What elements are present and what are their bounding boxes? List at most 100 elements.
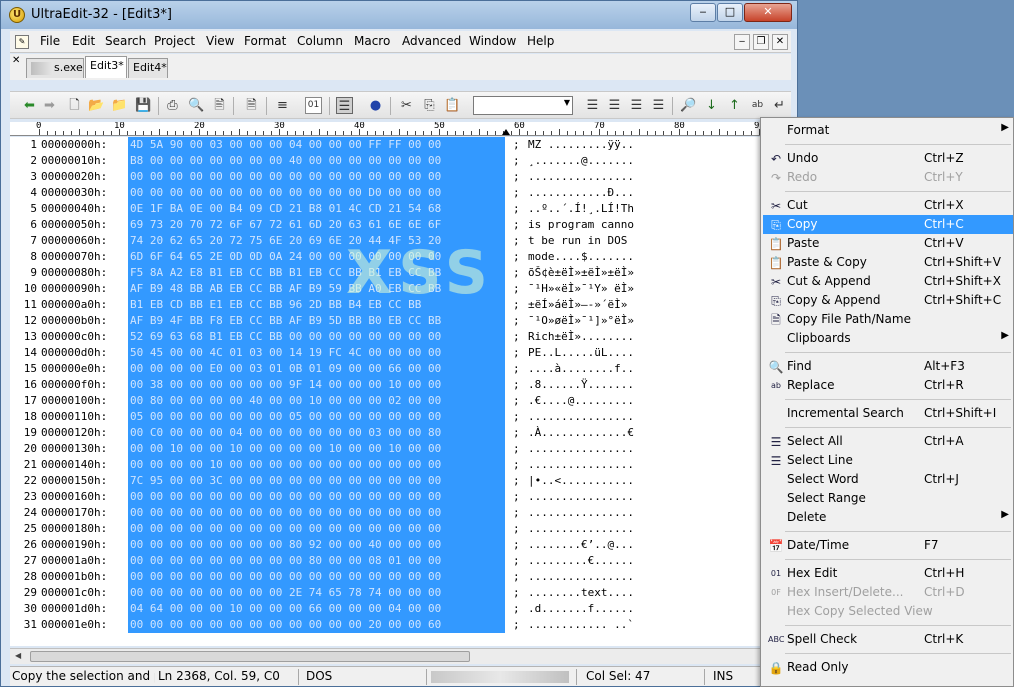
tab-close-icon[interactable]: ✕ — [12, 55, 20, 66]
hex-row[interactable]: 22 00000150h: 7C 95 00 00 3C 00 00 00 00 0… — [10, 473, 791, 489]
open-folder-icon[interactable]: 📂 — [88, 97, 105, 114]
menu-column[interactable]: Column — [297, 34, 343, 48]
mdi-close-button[interactable]: ✕ — [772, 34, 788, 50]
menu-item-cut[interactable]: ✂ Cut Ctrl+X — [763, 196, 1013, 215]
menu-search[interactable]: Search — [105, 34, 146, 48]
justify-icon[interactable]: ☰ — [650, 97, 667, 114]
hex-row[interactable]: 14 000000d0h: 50 45 00 00 4C 01 03 00 14 1… — [10, 345, 791, 361]
menu-item-copy-file-path-name[interactable]: 🗎 Copy File Path/Name — [763, 310, 1013, 329]
menu-item-find[interactable]: 🔍 Find Alt+F3 — [763, 357, 1013, 376]
menu-item-paste-copy[interactable]: 📋 Paste & Copy Ctrl+Shift+V — [763, 253, 1013, 272]
word-wrap-icon[interactable]: ≡ — [274, 97, 291, 114]
menu-item-hex-edit[interactable]: 01 Hex Edit Ctrl+H — [763, 564, 1013, 583]
hex-row[interactable]: 28 000001b0h: 00 00 00 00 00 00 00 00 00 0… — [10, 569, 791, 585]
print-icon[interactable]: ⎙ — [164, 97, 181, 114]
menu-item-select-all[interactable]: ☰ Select All Ctrl+A — [763, 432, 1013, 451]
menu-item-incremental-search[interactable]: Incremental Search Ctrl+Shift+I — [763, 404, 1013, 423]
mdi-minimize-button[interactable]: ‒ — [734, 34, 750, 50]
menu-item-select-word[interactable]: Select Word Ctrl+J — [763, 470, 1013, 489]
tab-edit4[interactable]: Edit4* — [128, 58, 168, 78]
hex-row[interactable]: 26 00000190h: 00 00 00 00 00 00 00 00 80 9… — [10, 537, 791, 553]
hex-row[interactable]: 13 000000c0h: 52 69 63 68 B1 EB CC BB 00 0… — [10, 329, 791, 345]
cut-icon[interactable]: ✂ — [398, 97, 415, 114]
menu-view[interactable]: View — [206, 34, 234, 48]
hex-editor[interactable]: 1 00000000h: 4D 5A 90 00 03 00 00 00 04 00… — [10, 137, 791, 646]
hex-row[interactable]: 1 00000000h: 4D 5A 90 00 03 00 00 00 04 00… — [10, 137, 791, 153]
hex-row[interactable]: 2 00000010h: B8 00 00 00 00 00 00 00 40 00… — [10, 153, 791, 169]
paste-icon[interactable]: 📋 — [444, 97, 461, 114]
hex-row[interactable]: 29 000001c0h: 00 00 00 00 00 00 00 00 2E 7… — [10, 585, 791, 601]
replace-icon[interactable]: ab — [749, 97, 766, 114]
title-bar[interactable]: U UltraEdit-32 - [Edit3*] ‒ □ ✕ — [1, 1, 797, 29]
minimize-button[interactable]: ‒ — [690, 3, 716, 22]
align-center-icon[interactable]: ☰ — [606, 97, 623, 114]
hex-row[interactable]: 18 00000110h: 05 00 00 00 00 00 00 00 05 0… — [10, 409, 791, 425]
hex-mode-icon[interactable]: 01 — [305, 97, 322, 114]
copy-icon[interactable]: ⎘ — [421, 97, 438, 114]
hex-row[interactable]: 4 00000030h: 00 00 00 00 00 00 00 00 00 00… — [10, 185, 791, 201]
menu-macro[interactable]: Macro — [354, 34, 390, 48]
menu-item-paste[interactable]: 📋 Paste Ctrl+V — [763, 234, 1013, 253]
hex-row[interactable]: 31 000001e0h: 00 00 00 00 00 00 00 00 00 0… — [10, 617, 791, 633]
hex-row[interactable]: 6 00000050h: 69 73 20 70 72 6F 67 72 61 6D… — [10, 217, 791, 233]
print-preview-icon[interactable]: 🔍 — [188, 97, 205, 114]
scrollbar-thumb[interactable] — [30, 651, 470, 662]
find-icon[interactable]: 🔎 — [680, 97, 697, 114]
save-icon[interactable]: 💾 — [135, 97, 152, 114]
menu-item-select-range[interactable]: Select Range — [763, 489, 1013, 508]
back-icon[interactable]: ⬅ — [21, 97, 38, 114]
hex-row[interactable]: 19 00000120h: 00 C0 00 00 00 04 00 00 00 0… — [10, 425, 791, 441]
horizontal-scrollbar[interactable]: ◀ ▶ — [10, 648, 791, 664]
hex-row[interactable]: 23 00000160h: 00 00 00 00 00 00 00 00 00 0… — [10, 489, 791, 505]
menu-advanced[interactable]: Advanced — [402, 34, 461, 48]
menu-item-delete[interactable]: Delete ▶ — [763, 508, 1013, 527]
tab-edit3[interactable]: Edit3* — [85, 56, 127, 78]
menu-item-cut-append[interactable]: ✂ Cut & Append Ctrl+Shift+X — [763, 272, 1013, 291]
goto-icon[interactable]: ↵ — [771, 97, 788, 114]
find-prev-icon[interactable]: ↑ — [726, 97, 743, 114]
menu-item-select-line[interactable]: ☰ Select Line — [763, 451, 1013, 470]
close-button[interactable]: ✕ — [744, 3, 792, 22]
properties-icon[interactable]: 🗎 — [243, 97, 260, 114]
menu-item-read-only[interactable]: 🔒 Read Only — [763, 658, 1013, 677]
hex-row[interactable]: 12 000000b0h: AF B9 4F BB F8 EB CC BB AF B… — [10, 313, 791, 329]
menu-edit[interactable]: Edit — [72, 34, 95, 48]
menu-item-format[interactable]: Format ▶ — [763, 121, 1013, 140]
hex-row[interactable]: 5 00000040h: 0E 1F BA 0E 00 B4 09 CD 21 B8… — [10, 201, 791, 217]
new-file-icon[interactable]: 🗋 — [66, 97, 83, 114]
column-mode-icon[interactable]: ☰ — [336, 97, 353, 114]
menu-item-spell-check[interactable]: ABC Spell Check Ctrl+K — [763, 630, 1013, 649]
forward-icon[interactable]: ➡ — [41, 97, 58, 114]
browser-icon[interactable]: ● — [367, 97, 384, 114]
menu-help[interactable]: Help — [527, 34, 554, 48]
hex-row[interactable]: 17 00000100h: 00 80 00 00 00 00 40 00 00 1… — [10, 393, 791, 409]
scroll-left-icon[interactable]: ◀ — [15, 651, 21, 660]
toolbar-combo[interactable]: ▼ — [473, 96, 573, 115]
hex-row[interactable]: 20 00000130h: 00 00 10 00 00 10 00 00 00 0… — [10, 441, 791, 457]
hex-row[interactable]: 25 00000180h: 00 00 00 00 00 00 00 00 00 0… — [10, 521, 791, 537]
menu-item-replace[interactable]: ab Replace Ctrl+R — [763, 376, 1013, 395]
document-icon[interactable]: ✎ — [15, 35, 29, 49]
menu-project[interactable]: Project — [154, 34, 195, 48]
hex-row[interactable]: 27 000001a0h: 00 00 00 00 00 00 00 00 00 8… — [10, 553, 791, 569]
tab-s-exe[interactable]: s.exe — [26, 58, 84, 78]
menu-item-copy[interactable]: ⎘ Copy Ctrl+C — [763, 215, 1013, 234]
menu-item-date-time[interactable]: 📅 Date/Time F7 — [763, 536, 1013, 555]
hex-row[interactable]: 15 000000e0h: 00 00 00 00 E0 00 03 01 0B 0… — [10, 361, 791, 377]
menu-item-clipboards[interactable]: Clipboards ▶ — [763, 329, 1013, 348]
hex-row[interactable]: 21 00000140h: 00 00 00 00 10 00 00 00 00 0… — [10, 457, 791, 473]
menu-item-copy-append[interactable]: ⎘ Copy & Append Ctrl+Shift+C — [763, 291, 1013, 310]
hex-row[interactable]: 30 000001d0h: 04 64 00 00 00 10 00 00 00 6… — [10, 601, 791, 617]
align-right-icon[interactable]: ☰ — [628, 97, 645, 114]
mdi-restore-button[interactable]: ❐ — [753, 34, 769, 50]
open-recent-icon[interactable]: 📁 — [111, 97, 128, 114]
hex-row[interactable]: 24 00000170h: 00 00 00 00 00 00 00 00 00 0… — [10, 505, 791, 521]
menu-file[interactable]: File — [40, 34, 60, 48]
align-left-icon[interactable]: ☰ — [584, 97, 601, 114]
menu-format[interactable]: Format — [244, 34, 286, 48]
maximize-button[interactable]: □ — [717, 3, 743, 22]
menu-window[interactable]: Window — [469, 34, 516, 48]
menu-item-undo[interactable]: ↶ Undo Ctrl+Z — [763, 149, 1013, 168]
hex-row[interactable]: 16 000000f0h: 00 38 00 00 00 00 00 00 9F 1… — [10, 377, 791, 393]
find-next-icon[interactable]: ↓ — [703, 97, 720, 114]
